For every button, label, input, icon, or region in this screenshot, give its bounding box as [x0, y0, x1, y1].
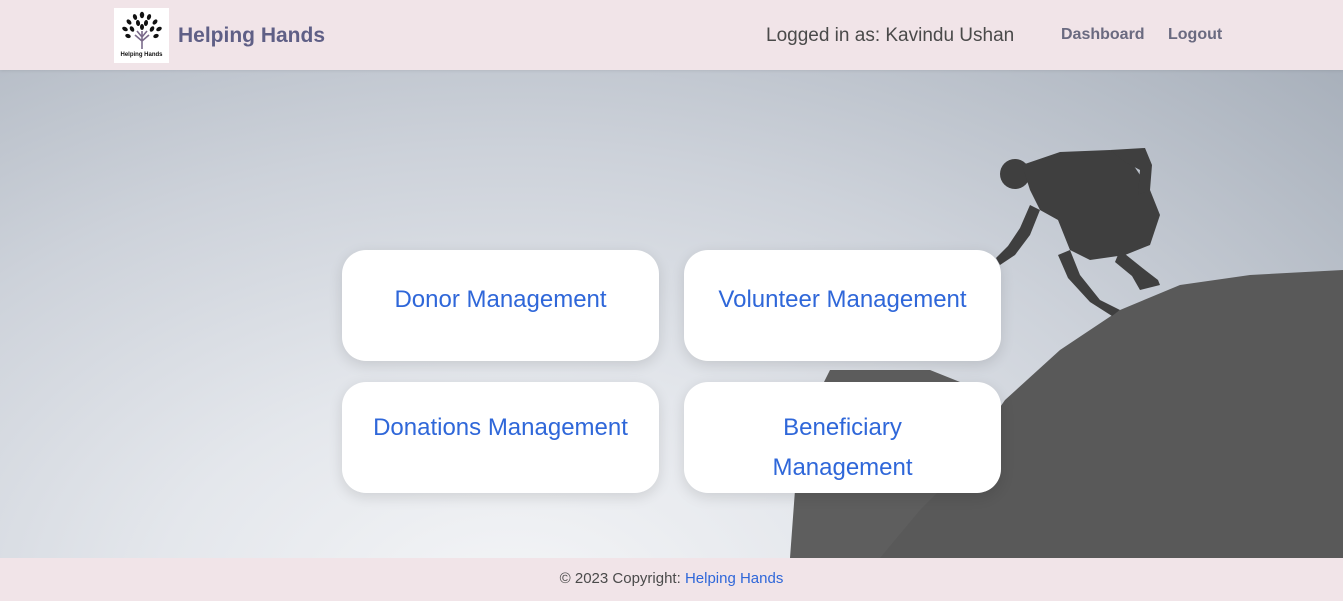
copyright-text: © 2023 Copyright:: [559, 570, 685, 587]
donor-management-card[interactable]: Donor Management: [342, 250, 659, 361]
footer: © 2023 Copyright: Helping Hands: [0, 558, 1343, 601]
navbar: Helping Hands Helping Hands Logged in as…: [0, 0, 1343, 70]
tree-logo-icon: [121, 11, 162, 49]
donations-management-card[interactable]: Donations Management: [342, 382, 659, 493]
brand-name: Helping Hands: [178, 23, 326, 47]
volunteer-management-title: Volunteer Management: [718, 286, 967, 313]
beneficiary-management-card[interactable]: Beneficiary Management: [684, 382, 1001, 493]
nav-logout-link[interactable]: Logout: [1168, 26, 1222, 44]
beneficiary-management-title: Beneficiary Management: [772, 414, 913, 481]
climber-background-image: [790, 148, 1343, 558]
nav-dashboard-link[interactable]: Dashboard: [1061, 26, 1145, 44]
footer-brand-link[interactable]: Helping Hands: [685, 570, 783, 587]
logo: Helping Hands: [114, 8, 169, 63]
logged-in-user-label: Logged in as: Kavindu Ushan: [766, 25, 1015, 46]
volunteer-management-card[interactable]: Volunteer Management: [684, 250, 1001, 361]
donor-management-title: Donor Management: [394, 286, 607, 313]
logo-text: Helping Hands: [120, 52, 163, 58]
brand-link[interactable]: Helping Hands Helping Hands: [114, 8, 325, 63]
donations-management-title: Donations Management: [373, 414, 628, 441]
hero-section: Donor Management Volunteer Management Do…: [0, 70, 1343, 558]
